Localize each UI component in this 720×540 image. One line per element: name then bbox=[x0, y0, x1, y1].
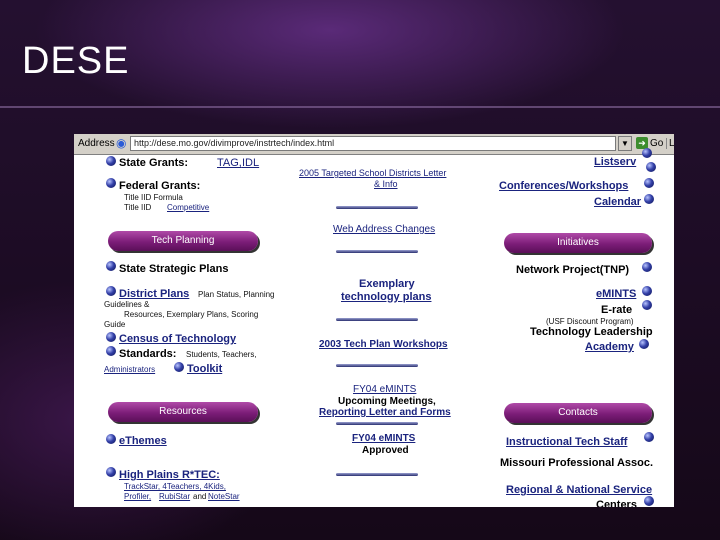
centers-link[interactable]: Centers bbox=[596, 499, 637, 507]
bullet-icon bbox=[174, 362, 184, 372]
erate-desc: (USF Discount Program) bbox=[546, 317, 634, 326]
district-plans-desc4: Guide bbox=[104, 320, 126, 329]
initiatives-button[interactable]: Initiatives bbox=[504, 233, 652, 253]
missouri-assoc-link[interactable]: Missouri Professional Assoc. bbox=[500, 457, 653, 469]
targeted-letter-link[interactable]: 2005 Targeted School Districts Letter bbox=[299, 168, 446, 178]
ethemes-link[interactable]: eThemes bbox=[119, 435, 167, 447]
divider bbox=[336, 318, 418, 321]
bullet-icon bbox=[642, 262, 652, 272]
instructional-staff-link[interactable]: Instructional Tech Staff bbox=[506, 436, 627, 448]
state-strategic-plans-link[interactable]: State Strategic Plans bbox=[119, 263, 228, 275]
web-address-link[interactable]: Web Address Changes bbox=[333, 224, 435, 235]
links-toolbar[interactable]: Lir bbox=[666, 138, 674, 149]
standards-desc: Students, Teachers, bbox=[186, 350, 257, 359]
bullet-icon bbox=[644, 194, 654, 204]
district-plans-desc: Plan Status, Planning bbox=[198, 290, 275, 299]
bullet-icon bbox=[644, 432, 654, 442]
state-grants-label: State Grants: bbox=[119, 157, 189, 169]
competitive-link[interactable]: Competitive bbox=[167, 203, 209, 212]
hp-tools-line[interactable]: TrackStar, 4Teachers, 4Kids, bbox=[124, 482, 226, 491]
chevron-down-icon[interactable]: ▼ bbox=[618, 136, 632, 151]
administrators-link[interactable]: Administrators bbox=[104, 365, 155, 374]
and-text: and bbox=[193, 492, 207, 501]
divider bbox=[336, 206, 418, 209]
federal-title-line: Title IID bbox=[124, 203, 152, 212]
federal-formula-line: Title IID Formula bbox=[124, 193, 183, 202]
divider bbox=[336, 250, 418, 253]
upcoming-meetings-text: Upcoming Meetings, bbox=[338, 396, 436, 407]
exemplary-link[interactable]: Exemplary bbox=[359, 278, 415, 290]
divider bbox=[336, 422, 418, 425]
tag-link[interactable]: TAG, bbox=[217, 157, 242, 169]
bullet-icon bbox=[106, 434, 116, 444]
reporting-letter-link[interactable]: Reporting Letter and Forms bbox=[319, 407, 451, 418]
contacts-button[interactable]: Contacts bbox=[504, 403, 652, 423]
census-link[interactable]: Census of Technology bbox=[119, 333, 236, 345]
bullet-icon bbox=[106, 178, 116, 188]
bullet-icon bbox=[642, 300, 652, 310]
go-button[interactable]: Go bbox=[650, 138, 663, 149]
address-label: Address bbox=[78, 138, 115, 149]
district-plans-desc2: Guidelines & bbox=[104, 300, 150, 309]
bullet-icon bbox=[106, 346, 116, 356]
bullet-icon bbox=[644, 178, 654, 188]
page-icon: ◉ bbox=[116, 136, 127, 150]
standards-label: Standards: bbox=[119, 348, 177, 360]
calendar-link[interactable]: Calendar bbox=[594, 196, 641, 208]
tech-plan-workshops-link[interactable]: 2003 Tech Plan Workshops bbox=[319, 339, 448, 350]
url-input[interactable]: http://dese.mo.gov/divimprove/instrtech/… bbox=[130, 136, 616, 151]
district-plans-link[interactable]: District Plans bbox=[119, 288, 189, 300]
profiler-link[interactable]: Profiler, bbox=[124, 492, 151, 501]
tech-planning-button[interactable]: Tech Planning bbox=[108, 231, 258, 251]
tech-plans-link[interactable]: technology plans bbox=[341, 291, 431, 303]
toolkit-link[interactable]: Toolkit bbox=[187, 363, 222, 375]
bullet-icon bbox=[644, 496, 654, 506]
bullet-icon bbox=[642, 286, 652, 296]
federal-grants-label: Federal Grants: bbox=[119, 180, 201, 192]
address-bar: Address ◉ http://dese.mo.gov/divimprove/… bbox=[74, 134, 674, 155]
divider bbox=[336, 473, 418, 476]
webpage-screenshot: Address ◉ http://dese.mo.gov/divimprove/… bbox=[74, 134, 674, 507]
bullet-icon bbox=[106, 467, 116, 477]
fy04-emints-approved-link[interactable]: FY04 eMINTS bbox=[352, 433, 415, 444]
bullet-icon bbox=[639, 339, 649, 349]
listserv-link[interactable]: Listserv bbox=[594, 156, 636, 168]
academy-link[interactable]: Academy bbox=[585, 341, 634, 353]
erate-link[interactable]: E-rate bbox=[601, 304, 632, 316]
regional-service-link[interactable]: Regional & National Service bbox=[506, 484, 652, 496]
conferences-link[interactable]: Conferences/Workshops bbox=[499, 180, 628, 192]
divider bbox=[336, 364, 418, 367]
approved-text: Approved bbox=[362, 445, 409, 456]
bullet-icon bbox=[106, 261, 116, 271]
fy04-emints-link[interactable]: FY04 eMINTS bbox=[353, 384, 416, 395]
high-plains-link[interactable]: High Plains R*TEC: bbox=[119, 469, 220, 481]
network-project-link[interactable]: Network Project(TNP) bbox=[516, 264, 629, 276]
bullet-icon bbox=[642, 148, 652, 158]
slide-title: DESE bbox=[22, 40, 130, 82]
bullet-icon bbox=[106, 332, 116, 342]
emints-link[interactable]: eMINTS bbox=[596, 288, 636, 300]
bullet-icon bbox=[646, 162, 656, 172]
bullet-icon bbox=[106, 286, 116, 296]
idl-link[interactable]: IDL bbox=[242, 157, 259, 169]
bullet-icon bbox=[106, 156, 116, 166]
title-divider bbox=[0, 106, 720, 108]
resources-button[interactable]: Resources bbox=[108, 402, 258, 422]
district-plans-desc3: Resources, Exemplary Plans, Scoring bbox=[124, 310, 259, 319]
targeted-info-link[interactable]: & Info bbox=[374, 179, 398, 189]
rubistar-link[interactable]: RubiStar bbox=[159, 492, 190, 501]
tech-leadership-link[interactable]: Technology Leadership bbox=[530, 326, 653, 338]
notestar-link[interactable]: NoteStar bbox=[208, 492, 240, 501]
